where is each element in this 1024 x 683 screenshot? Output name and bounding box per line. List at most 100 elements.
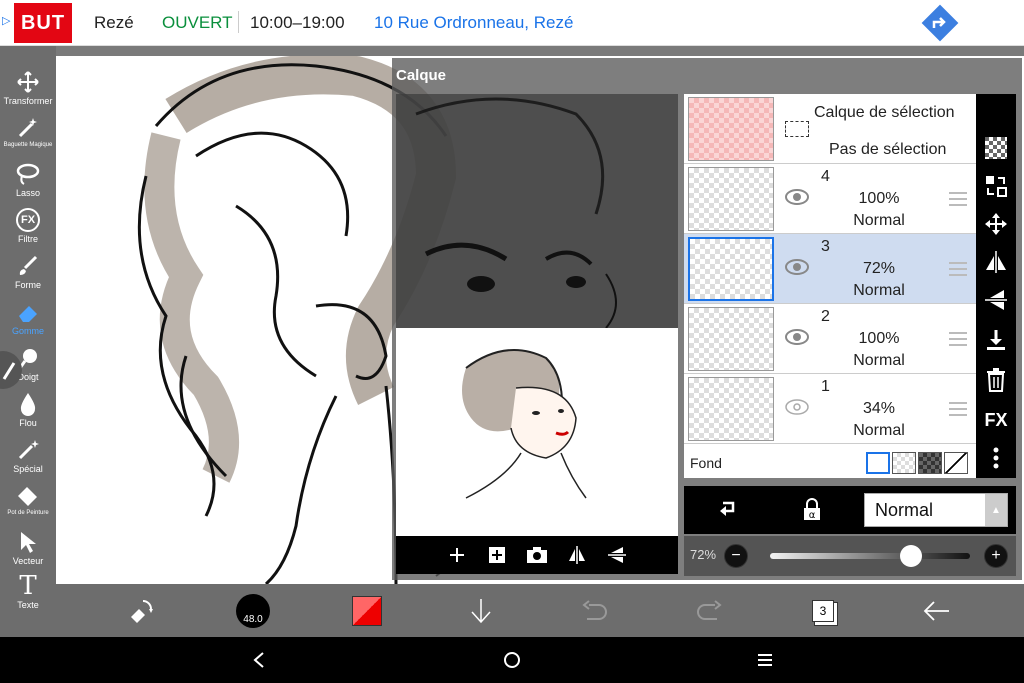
ad-status: OUVERT — [162, 13, 233, 32]
back-icon[interactable] — [246, 647, 272, 673]
ad-banner[interactable]: ▷ BUT Rezé OUVERT 10:00–19:00 10 Rue Ord… — [0, 0, 1024, 46]
tool-label: Baguette Magique — [3, 142, 53, 148]
tool-label: Flou — [19, 418, 37, 428]
layer-row[interactable]: 1 34% Normal — [684, 374, 976, 444]
brush-size-button[interactable]: 48.0 — [234, 592, 272, 630]
lasso-icon — [15, 160, 41, 188]
adchoices-icon[interactable]: ▷ — [2, 14, 10, 27]
layer-row[interactable]: 4 100% Normal — [684, 164, 976, 234]
swap-tool-icon[interactable] — [122, 592, 160, 630]
opacity-slider[interactable] — [770, 553, 970, 559]
fx-icon: FX — [16, 206, 40, 234]
trash-icon[interactable] — [982, 366, 1010, 394]
preview-thumbnail — [462, 349, 587, 499]
camera-icon[interactable] — [526, 544, 548, 566]
opacity-bar: 72% − + — [684, 536, 1016, 576]
tool-label: Vecteur — [12, 556, 44, 566]
move-icon[interactable] — [982, 210, 1010, 238]
drag-handle-icon[interactable] — [949, 192, 967, 206]
ad-brand-logo[interactable]: BUT — [14, 3, 72, 43]
layer-thumbnail — [688, 377, 774, 441]
tool-label: Gomme — [11, 326, 44, 336]
background-dark-checker-option[interactable] — [918, 452, 942, 474]
ad-address-link[interactable]: 10 Rue Ordronneau, Rezé — [374, 13, 573, 33]
add-icon[interactable] — [446, 544, 468, 566]
back-icon[interactable] — [918, 592, 956, 630]
transparency-icon[interactable] — [982, 134, 1010, 162]
layer-blend-mode: Normal — [853, 422, 905, 439]
drag-handle-icon[interactable] — [949, 332, 967, 346]
tool-special[interactable]: Spécial — [0, 436, 56, 482]
tool-sidebar: Transformer Baguette Magique Lasso FX Fi… — [0, 46, 56, 637]
add-layer-icon[interactable] — [486, 544, 508, 566]
blend-mode-select[interactable]: Normal ▲ — [864, 493, 1008, 527]
opacity-slider-thumb[interactable] — [900, 545, 922, 567]
redo-icon[interactable] — [690, 592, 728, 630]
visibility-eye-icon[interactable] — [784, 258, 810, 276]
tool-magic-wand[interactable]: Baguette Magique — [0, 114, 56, 160]
visibility-eye-icon[interactable] — [784, 398, 810, 416]
tool-paint-bucket[interactable]: Pot de Peinture — [0, 482, 56, 528]
brush-size-value: 48.0 — [236, 594, 270, 628]
selection-layer-row[interactable]: Calque de sélection Pas de sélection — [684, 94, 976, 164]
tool-label: Pot de Peinture — [7, 510, 49, 516]
app-main: Transformer Baguette Magique Lasso FX Fi… — [0, 46, 1024, 637]
clipping-icon[interactable] — [714, 496, 742, 524]
layer-blend-mode: Normal — [853, 282, 905, 299]
selection-layer-title: Calque de sélection — [814, 104, 955, 121]
home-icon[interactable] — [499, 647, 525, 673]
background-none-option[interactable] — [944, 452, 968, 474]
directions-icon[interactable] — [921, 4, 959, 42]
layer-blend-mode: Normal — [853, 212, 905, 229]
preview-toolbar — [396, 536, 678, 574]
tool-flou[interactable]: Flou — [0, 390, 56, 436]
layer-row[interactable]: 2 100% Normal — [684, 304, 976, 374]
visibility-eye-icon[interactable] — [784, 328, 810, 346]
tool-label: Forme — [14, 280, 41, 290]
opacity-decrease-button[interactable]: − — [724, 544, 748, 568]
tool-texte[interactable]: T Texte — [0, 571, 56, 618]
tool-transformer[interactable]: Transformer — [0, 68, 56, 114]
background-checker-option[interactable] — [892, 452, 916, 474]
blur-drop-icon — [18, 390, 38, 418]
alpha-lock-icon[interactable]: α — [798, 496, 826, 524]
paint-bucket-icon — [15, 482, 41, 510]
merge-down-icon[interactable] — [982, 326, 1010, 354]
menu-icon[interactable] — [752, 647, 778, 673]
flip-vertical-icon[interactable] — [982, 286, 1010, 314]
drag-handle-icon[interactable] — [949, 262, 967, 276]
pencil-icon — [2, 362, 16, 380]
tool-label: Transformer — [3, 96, 53, 106]
brush-icon — [16, 252, 40, 280]
layer-row[interactable]: 3 72% Normal — [684, 234, 976, 304]
zoom-preview — [396, 94, 678, 329]
flip-horizontal-icon[interactable] — [566, 544, 588, 566]
more-icon[interactable] — [982, 444, 1010, 472]
opacity-increase-button[interactable]: + — [984, 544, 1008, 568]
background-white-option[interactable] — [866, 452, 890, 474]
drag-handle-icon[interactable] — [949, 402, 967, 416]
layer-count: 3 — [812, 600, 834, 622]
flip-horizontal-icon[interactable] — [982, 248, 1010, 276]
canvas-preview[interactable] — [396, 328, 678, 536]
tool-forme[interactable]: Forme — [0, 252, 56, 298]
move-icon — [16, 68, 40, 96]
layer-opacity: 100% — [858, 330, 900, 347]
fx-icon[interactable]: FX — [982, 406, 1010, 434]
layers-button[interactable]: 3 — [804, 592, 842, 630]
tool-gomme[interactable]: Gomme — [0, 298, 56, 344]
tool-vecteur[interactable]: Vecteur — [0, 528, 56, 574]
color-swatch-icon — [352, 596, 382, 626]
visibility-eye-icon[interactable] — [784, 188, 810, 206]
flip-vertical-icon[interactable] — [606, 544, 628, 566]
download-icon[interactable] — [462, 592, 500, 630]
svg-text:α: α — [809, 510, 816, 521]
undo-icon[interactable] — [576, 592, 614, 630]
side-panel-handle[interactable] — [0, 351, 22, 389]
panel-title: Calque — [396, 67, 447, 84]
tool-filtre[interactable]: FX Filtre — [0, 206, 56, 252]
tool-lasso[interactable]: Lasso — [0, 160, 56, 206]
color-swatch-button[interactable] — [348, 592, 386, 630]
ad-divider — [238, 11, 239, 33]
swap-icon[interactable] — [982, 172, 1010, 200]
